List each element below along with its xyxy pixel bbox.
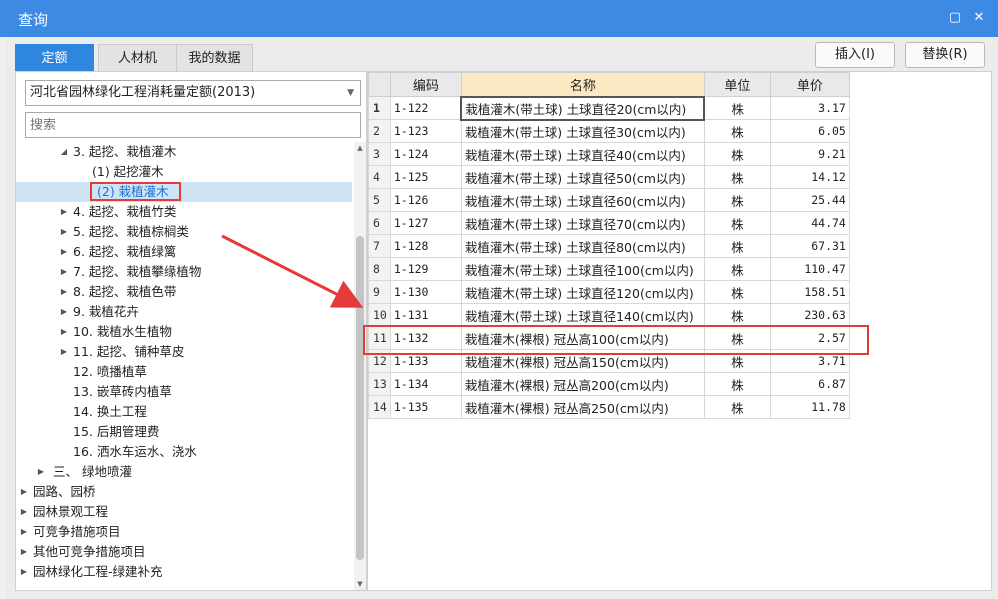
collapsed-arrow-icon[interactable]: ▶ <box>36 462 46 482</box>
collapsed-arrow-icon[interactable]: ▶ <box>19 502 29 522</box>
unit-header[interactable]: 单位 <box>703 72 771 97</box>
tree-item[interactable]: ▶ 11. 起挖、铺种草皮 <box>16 342 352 362</box>
selected-item-highlight <box>90 182 181 201</box>
search-input[interactable] <box>25 112 361 138</box>
table-row[interactable]: 10 1-131 栽植灌木(带土球) 土球直径140(cm以内) 株 230.6… <box>368 303 850 327</box>
table-row[interactable]: 1 1-122 栽植灌木(带土球) 土球直径20(cm以内) 株 3.17 <box>368 95 850 121</box>
collapsed-arrow-icon[interactable]: ▶ <box>59 302 69 322</box>
tree-item[interactable]: 16. 洒水车运水、浇水 <box>16 442 352 462</box>
table-header-row: 编码 名称 单位 单价 <box>368 72 850 97</box>
row-highlight-box <box>363 325 869 355</box>
tree-item[interactable]: ▶ 8. 起挖、栽植色带 <box>16 282 352 302</box>
table-row[interactable]: 14 1-135 栽植灌木(裸根) 冠丛高250(cm以内) 株 11.78 <box>368 395 850 419</box>
collapsed-arrow-icon[interactable]: ▶ <box>19 542 29 562</box>
tab-labor-material-machine[interactable]: 人材机 <box>98 44 177 71</box>
table-row[interactable]: 7 1-128 栽植灌木(带土球) 土球直径80(cm以内) 株 67.31 <box>368 234 850 258</box>
tree-item[interactable]: ▶ 9. 栽植花卉 <box>16 302 352 322</box>
quota-tree: ◢ 3. 起挖、栽植灌木 (1) 起挖灌木 (2) 栽植灌木 ▶ 4. 起挖、栽… <box>16 142 352 590</box>
tree-item-selected[interactable]: (2) 栽植灌木 <box>16 182 352 202</box>
tree-item[interactable]: ▶ 6. 起挖、栽植绿篱 <box>16 242 352 262</box>
close-icon[interactable]: ✕ <box>970 9 988 27</box>
insert-button[interactable]: 插入(I) <box>815 42 895 68</box>
tree-item[interactable]: ▶ 园林绿化工程-绿建补充 <box>16 562 352 582</box>
table-row[interactable]: 2 1-123 栽植灌木(带土球) 土球直径30(cm以内) 株 6.05 <box>368 119 850 143</box>
collapsed-arrow-icon[interactable]: ▶ <box>59 242 69 262</box>
tree-item[interactable]: ▶ 三、 绿地喷灌 <box>16 462 352 482</box>
tree-item[interactable]: ▶ 园路、园桥 <box>16 482 352 502</box>
tree-item[interactable]: ▶ 7. 起挖、栽植攀缘植物 <box>16 262 352 282</box>
table-row[interactable]: 5 1-126 栽植灌木(带土球) 土球直径60(cm以内) 株 25.44 <box>368 188 850 212</box>
scroll-down-icon[interactable]: ▼ <box>354 580 366 588</box>
table-row[interactable]: 9 1-130 栽植灌木(带土球) 土球直径120(cm以内) 株 158.51 <box>368 280 850 304</box>
title-bar: 查询 ▢ ✕ <box>0 0 998 37</box>
collapsed-arrow-icon[interactable]: ▶ <box>59 282 69 302</box>
table-row[interactable]: 3 1-124 栽植灌木(带土球) 土球直径40(cm以内) 株 9.21 <box>368 142 850 166</box>
row-number-header <box>368 72 391 97</box>
maximize-icon[interactable]: ▢ <box>946 9 964 27</box>
scrollbar-thumb[interactable] <box>356 236 364 560</box>
tree-item[interactable]: 13. 嵌草砖内植草 <box>16 382 352 402</box>
quota-library-select[interactable]: 河北省园林绿化工程消耗量定额(2013) ▼ <box>25 80 361 106</box>
tree-item[interactable]: ▶ 10. 栽植水生植物 <box>16 322 352 342</box>
table-row[interactable]: 13 1-134 栽植灌木(裸根) 冠丛高200(cm以内) 株 6.87 <box>368 372 850 396</box>
tree-item[interactable]: ▶ 可竞争措施项目 <box>16 522 352 542</box>
tree-item[interactable]: ▶ 4. 起挖、栽植竹类 <box>16 202 352 222</box>
price-header[interactable]: 单价 <box>769 72 850 97</box>
replace-button[interactable]: 替换(R) <box>905 42 985 68</box>
tree-item[interactable]: ▶ 其他可竞争措施项目 <box>16 542 352 562</box>
collapsed-arrow-icon[interactable]: ▶ <box>59 262 69 282</box>
tree-item[interactable]: ◢ 3. 起挖、栽植灌木 <box>16 142 352 162</box>
table-row[interactable]: 4 1-125 栽植灌木(带土球) 土球直径50(cm以内) 株 14.12 <box>368 165 850 189</box>
dialog-body: 定额 人材机 我的数据 插入(I) 替换(R) 河北省园林绿化工程消耗量定额(2… <box>6 37 998 599</box>
left-panel: 河北省园林绿化工程消耗量定额(2013) ▼ ◢ 3. 起挖、栽植灌木 (1) … <box>15 71 367 591</box>
scroll-up-icon[interactable]: ▲ <box>354 144 366 152</box>
quota-library-value: 河北省园林绿化工程消耗量定额(2013) <box>30 85 256 100</box>
table-row[interactable]: 8 1-129 栽植灌木(带土球) 土球直径100(cm以内) 株 110.47 <box>368 257 850 281</box>
tree-item[interactable]: 12. 喷播植草 <box>16 362 352 382</box>
collapsed-arrow-icon[interactable]: ▶ <box>19 562 29 582</box>
collapsed-arrow-icon[interactable]: ▶ <box>59 342 69 362</box>
tree-item[interactable]: ▶ 5. 起挖、栽植棕榈类 <box>16 222 352 242</box>
tab-my-data[interactable]: 我的数据 <box>176 44 253 71</box>
window-title: 查询 <box>18 11 49 29</box>
collapsed-arrow-icon[interactable]: ▶ <box>19 482 29 502</box>
tab-quota[interactable]: 定额 <box>15 44 94 71</box>
name-header[interactable]: 名称 <box>460 72 705 97</box>
results-table: 编码 名称 单位 单价 1 1-122 栽植灌木(带土球) 土球直径20(cm以… <box>368 72 850 419</box>
expanded-arrow-icon[interactable]: ◢ <box>59 142 69 162</box>
tree-item[interactable]: 15. 后期管理费 <box>16 422 352 442</box>
table-row[interactable]: 6 1-127 栽植灌木(带土球) 土球直径70(cm以内) 株 44.74 <box>368 211 850 235</box>
tree-item[interactable]: ▶ 园林景观工程 <box>16 502 352 522</box>
chevron-down-icon: ▼ <box>347 88 354 98</box>
collapsed-arrow-icon[interactable]: ▶ <box>59 222 69 242</box>
code-header[interactable]: 编码 <box>389 72 462 97</box>
collapsed-arrow-icon[interactable]: ▶ <box>59 322 69 342</box>
collapsed-arrow-icon[interactable]: ▶ <box>19 522 29 542</box>
tree-scrollbar[interactable]: ▲ ▼ <box>354 142 366 590</box>
tree-item[interactable]: (1) 起挖灌木 <box>16 162 352 182</box>
collapsed-arrow-icon[interactable]: ▶ <box>59 202 69 222</box>
tree-item[interactable]: 14. 换土工程 <box>16 402 352 422</box>
